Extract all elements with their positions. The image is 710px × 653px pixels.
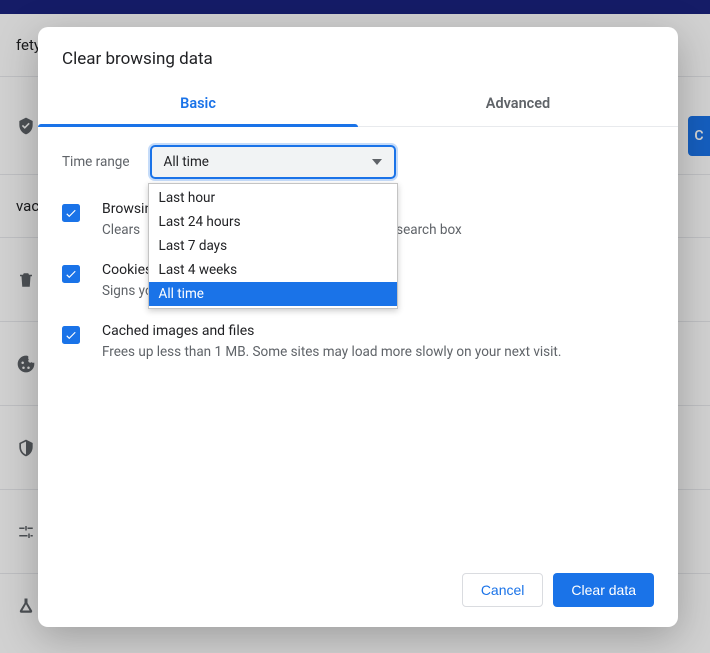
time-range-option[interactable]: Last 7 days <box>149 234 397 258</box>
cancel-button[interactable]: Cancel <box>462 573 544 607</box>
option-sub-prefix: Clears <box>102 221 140 240</box>
dialog-body: Time range All time Last hour Last 24 ho… <box>38 127 678 557</box>
dialog-title: Clear browsing data <box>38 27 678 83</box>
tab-basic[interactable]: Basic <box>38 83 358 126</box>
checkbox-cached[interactable] <box>62 326 80 344</box>
clear-browsing-data-dialog: Clear browsing data Basic Advanced Time … <box>38 27 678 627</box>
tab-advanced[interactable]: Advanced <box>358 83 678 126</box>
checkbox-browsing-history[interactable] <box>62 204 80 222</box>
time-range-value: All time <box>164 154 209 170</box>
option-sub-suffix: search box <box>396 221 462 240</box>
tabs: Basic Advanced <box>38 83 678 127</box>
option-sub: Frees up less than 1 MB. Some sites may … <box>102 343 561 362</box>
time-range-option-selected[interactable]: All time <box>149 282 397 306</box>
option-heading: Cached images and files <box>102 323 561 339</box>
option-text: Cached images and files Frees up less th… <box>102 323 561 362</box>
time-range-label: Time range <box>62 154 130 170</box>
checkbox-cookies[interactable] <box>62 265 80 283</box>
time-range-option[interactable]: Last 24 hours <box>149 210 397 234</box>
time-range-row: Time range All time Last hour Last 24 ho… <box>62 145 654 179</box>
time-range-select-wrap: All time Last hour Last 24 hours Last 7 … <box>150 145 396 179</box>
time-range-dropdown: Last hour Last 24 hours Last 7 days Last… <box>148 183 398 309</box>
option-cached: Cached images and files Frees up less th… <box>62 323 654 362</box>
caret-down-icon <box>372 159 382 165</box>
time-range-option[interactable]: Last hour <box>149 186 397 210</box>
clear-data-button[interactable]: Clear data <box>553 573 654 607</box>
time-range-select[interactable]: All time <box>150 145 396 179</box>
time-range-option[interactable]: Last 4 weeks <box>149 258 397 282</box>
dialog-footer: Cancel Clear data <box>38 557 678 627</box>
